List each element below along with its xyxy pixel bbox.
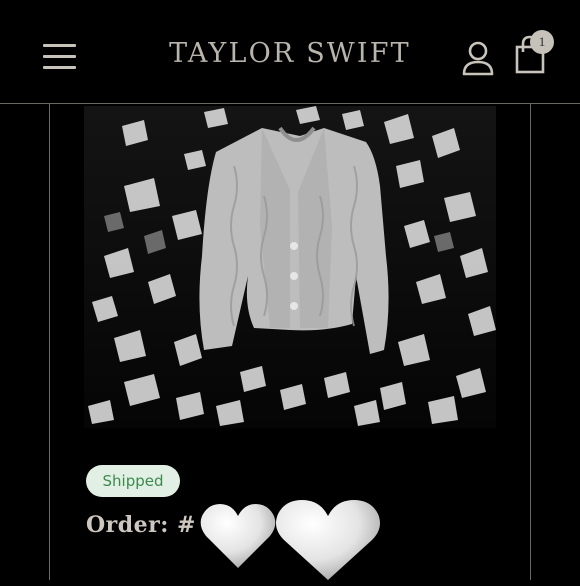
cardigan-sweater-photo <box>84 106 496 428</box>
white-heart-icon <box>198 502 278 572</box>
hamburger-menu-icon <box>43 44 76 47</box>
frame-divider-right <box>530 104 531 580</box>
frame-divider-left <box>49 104 50 580</box>
brand-logo[interactable]: TAYLOR SWIFT <box>140 38 440 69</box>
cart-count-badge: 1 <box>530 30 554 54</box>
site-header: TAYLOR SWIFT 1 <box>0 0 580 104</box>
cart-button[interactable]: 1 <box>512 30 558 76</box>
order-number-label: Order: # <box>86 512 196 538</box>
product-image[interactable] <box>84 106 496 428</box>
hamburger-menu-icon <box>43 55 76 58</box>
menu-button[interactable] <box>42 40 78 72</box>
user-icon <box>462 41 494 76</box>
account-button[interactable] <box>460 40 496 78</box>
white-heart-icon <box>272 500 384 582</box>
hamburger-menu-icon <box>43 66 76 69</box>
status-badge: Shipped <box>86 465 180 497</box>
